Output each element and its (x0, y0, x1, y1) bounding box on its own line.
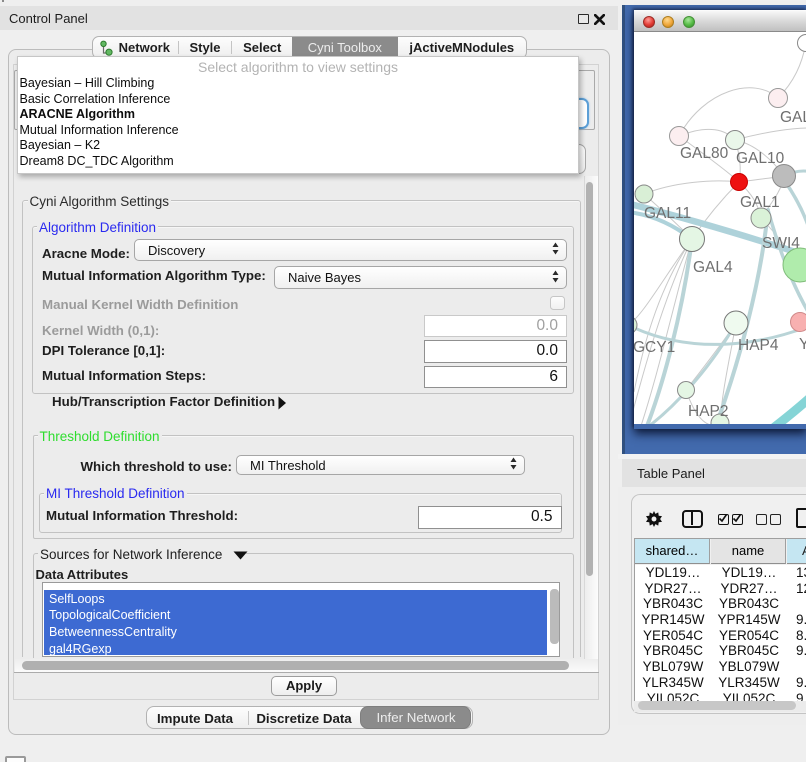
svg-text:Y: Y (799, 336, 806, 353)
svg-text:GAL4: GAL4 (693, 259, 733, 276)
svg-text:GAL11: GAL11 (644, 205, 691, 222)
svg-text:GAL80: GAL80 (680, 145, 729, 162)
svg-text:GAL1: GAL1 (740, 194, 780, 211)
svg-text:GCY1: GCY1 (634, 339, 675, 356)
svg-text:GAL: GAL (780, 109, 806, 126)
svg-text:GAL10: GAL10 (736, 150, 785, 167)
svg-text:SWI4: SWI4 (762, 235, 800, 252)
svg-text:HAP2: HAP2 (688, 403, 729, 420)
svg-text:HAP4: HAP4 (738, 337, 779, 354)
